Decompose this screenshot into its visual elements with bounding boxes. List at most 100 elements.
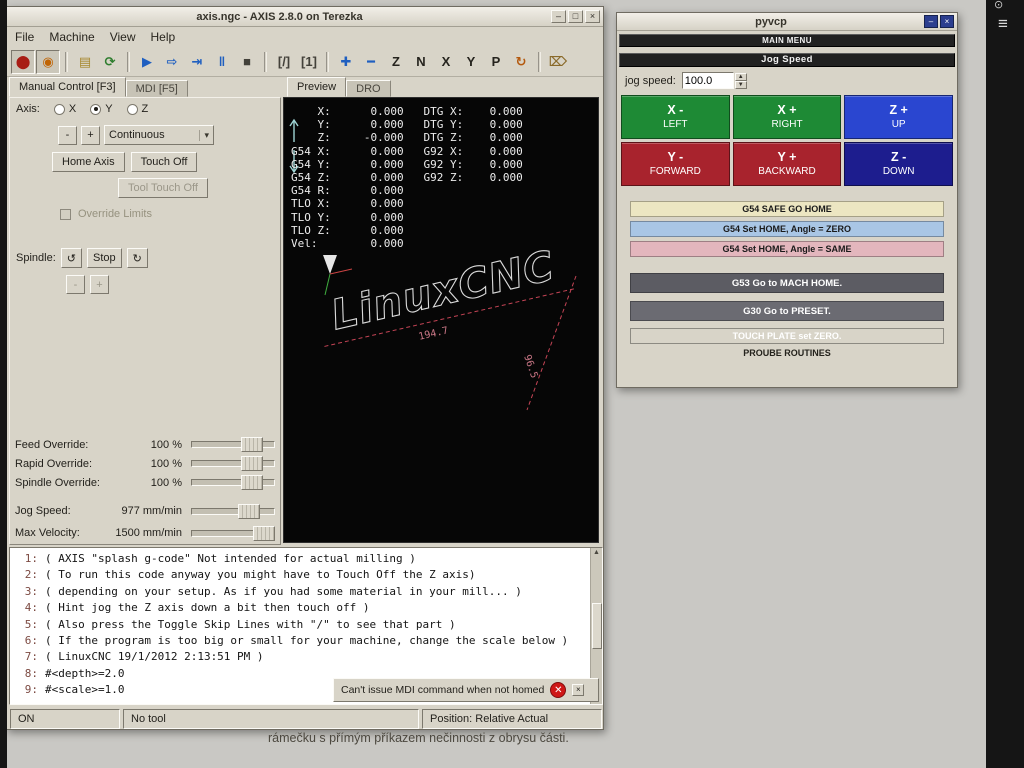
tab-manual-control[interactable]: Manual Control [F3] <box>9 77 126 97</box>
slider-handle[interactable] <box>241 456 263 471</box>
jog-axis-label: Z + <box>889 103 907 118</box>
axis-y-option[interactable]: Y <box>90 103 112 115</box>
override-limits-checkbox[interactable] <box>60 209 71 220</box>
axis-x-option[interactable]: X <box>54 103 76 115</box>
g30-go-preset-button[interactable]: G30 Go to PRESET. <box>630 301 944 321</box>
gcode-line[interactable]: 2: ( To run this code anyway you might h… <box>12 567 588 583</box>
override-slider[interactable] <box>191 456 275 471</box>
machine-state-status: ON <box>10 709 120 729</box>
axis-z-label[interactable]: Z <box>142 103 149 115</box>
jog-y-plus-button[interactable]: Y + BACKWARD <box>733 142 842 186</box>
zoom-out-button[interactable]: ━ <box>359 50 383 74</box>
menu-item[interactable]: View <box>110 30 136 44</box>
axis-y-radio[interactable] <box>90 104 101 115</box>
step-button[interactable]: ⇥ <box>185 50 209 74</box>
minimize-button[interactable]: – <box>924 15 938 28</box>
tool-status: No tool <box>123 709 419 729</box>
scrollbar-thumb[interactable] <box>592 603 602 649</box>
tab-dro[interactable]: DRO <box>346 80 390 97</box>
open-file-button[interactable]: ▤ <box>73 50 97 74</box>
tool-touch-off-button[interactable]: Tool Touch Off <box>118 178 208 198</box>
axis-titlebar[interactable]: axis.ngc - AXIS 2.8.0 on Terezka – □ × <box>7 7 603 27</box>
g54-set-home-same-button[interactable]: G54 Set HOME, Angle = SAME <box>630 241 944 257</box>
slider-track[interactable] <box>191 508 275 515</box>
spindle-slower-button[interactable]: - <box>66 275 85 294</box>
preview-canvas[interactable]: LinuxCNC 194.7 96.5 X: 0.000 DTG X: 0.00… <box>283 97 599 543</box>
maximize-button[interactable]: □ <box>568 10 583 23</box>
menu-item[interactable]: Help <box>151 30 176 44</box>
g54-safe-go-home-button[interactable]: G54 SAFE GO HOME <box>630 201 944 217</box>
close-button[interactable]: × <box>940 15 954 28</box>
reload-file-button[interactable]: ⟳ <box>98 50 122 74</box>
gcode-line[interactable]: 1: ( AXIS "splash g-code" Not intended f… <box>12 551 588 567</box>
spindle-cw-button[interactable]: ↻ <box>127 248 148 268</box>
touch-off-button[interactable]: Touch Off <box>131 152 198 172</box>
minimize-button[interactable]: – <box>551 10 566 23</box>
view-p-button[interactable]: P <box>484 50 508 74</box>
close-button[interactable]: × <box>585 10 600 23</box>
toast-close-button[interactable]: × <box>572 684 584 696</box>
touch-plate-zero-button[interactable]: TOUCH PLATE set ZERO. <box>630 328 944 344</box>
home-axis-button[interactable]: Home Axis <box>52 152 125 172</box>
jog-z-plus-button[interactable]: Z + UP <box>844 95 953 139</box>
override-slider[interactable] <box>191 475 275 490</box>
gcode-line[interactable]: 6: ( If the program is too big or small … <box>12 633 588 649</box>
gcode-line[interactable]: 4: ( Hint jog the Z axis down a bit then… <box>12 600 588 616</box>
jog-x-minus-button[interactable]: X - LEFT <box>621 95 730 139</box>
tab-mdi[interactable]: MDI [F5] <box>126 80 188 97</box>
jog-plus-button[interactable]: + <box>81 126 100 145</box>
spindle-faster-button[interactable]: + <box>90 275 109 294</box>
jog-y-minus-button[interactable]: Y - FORWARD <box>621 142 730 186</box>
dimension-extension-line <box>527 276 576 410</box>
axis-x-label[interactable]: X <box>69 103 76 115</box>
zoom-in-button[interactable]: ✚ <box>334 50 358 74</box>
g53-go-mach-home-button[interactable]: G53 Go to MACH HOME. <box>630 273 944 293</box>
run-button[interactable]: ▶ <box>135 50 159 74</box>
override-slider[interactable] <box>191 437 275 452</box>
jog-z-minus-button[interactable]: Z - DOWN <box>844 142 953 186</box>
tab-preview[interactable]: Preview <box>287 77 346 97</box>
machine-power-button[interactable]: ◉ <box>36 50 60 74</box>
menu-item[interactable]: File <box>15 30 34 44</box>
slider-handle[interactable] <box>241 475 263 490</box>
spindle-stop-button[interactable]: Stop <box>87 248 122 268</box>
preview-tabs: Preview DRO <box>287 77 391 97</box>
toolbar-separator <box>65 52 68 72</box>
scroll-up-icon[interactable]: ▲ <box>593 549 600 556</box>
axis-z-radio[interactable] <box>127 104 138 115</box>
axis-z-option[interactable]: Z <box>127 103 149 115</box>
optional-pause-toggle[interactable]: [1] <box>297 50 321 74</box>
skip-lines-toggle[interactable]: [/] <box>272 50 296 74</box>
axis-y-label[interactable]: Y <box>105 103 112 115</box>
slider-handle[interactable] <box>238 504 260 519</box>
jog-mode-dropdown[interactable]: Continuous ▾ <box>104 125 214 145</box>
slider-handle[interactable] <box>253 526 275 541</box>
gcode-line[interactable]: 3: ( depending on your setup. As if you … <box>12 584 588 600</box>
spindle-ccw-button[interactable]: ↺ <box>61 248 82 268</box>
velocity-slider[interactable] <box>191 504 275 519</box>
rotate-view-button[interactable]: ↻ <box>509 50 533 74</box>
estop-button[interactable]: ⬤ <box>11 50 35 74</box>
jog-minus-button[interactable]: - <box>58 126 77 145</box>
view-z2-button[interactable]: N <box>409 50 433 74</box>
velocity-slider[interactable] <box>191 526 275 541</box>
run-from-line-button[interactable]: ⇨ <box>160 50 184 74</box>
menu-item[interactable]: Machine <box>49 30 94 44</box>
g54-set-home-zero-button[interactable]: G54 Set HOME, Angle = ZERO <box>630 221 944 237</box>
axis-x-radio[interactable] <box>54 104 65 115</box>
gcode-line[interactable]: 7: ( LinuxCNC 19/1/2012 2:13:51 PM ) <box>12 649 588 665</box>
view-x-button[interactable]: X <box>434 50 458 74</box>
override-label: Feed Override: <box>15 439 119 451</box>
view-y-button[interactable]: Y <box>459 50 483 74</box>
stop-button[interactable]: ■ <box>235 50 259 74</box>
spin-up-icon[interactable]: ▲ <box>735 73 747 81</box>
gcode-line[interactable]: 5: ( Also press the Toggle Skip Lines wi… <box>12 617 588 633</box>
view-z-button[interactable]: Z <box>384 50 408 74</box>
slider-handle[interactable] <box>241 437 263 452</box>
pause-button[interactable]: ‖ <box>210 50 234 74</box>
jog-speed-input[interactable] <box>682 72 734 89</box>
pyvcp-titlebar[interactable]: pyvcp – × <box>617 13 957 31</box>
spin-down-icon[interactable]: ▼ <box>735 81 747 89</box>
jog-x-plus-button[interactable]: X + RIGHT <box>733 95 842 139</box>
clear-plot-button[interactable]: ⌦ <box>546 50 570 74</box>
